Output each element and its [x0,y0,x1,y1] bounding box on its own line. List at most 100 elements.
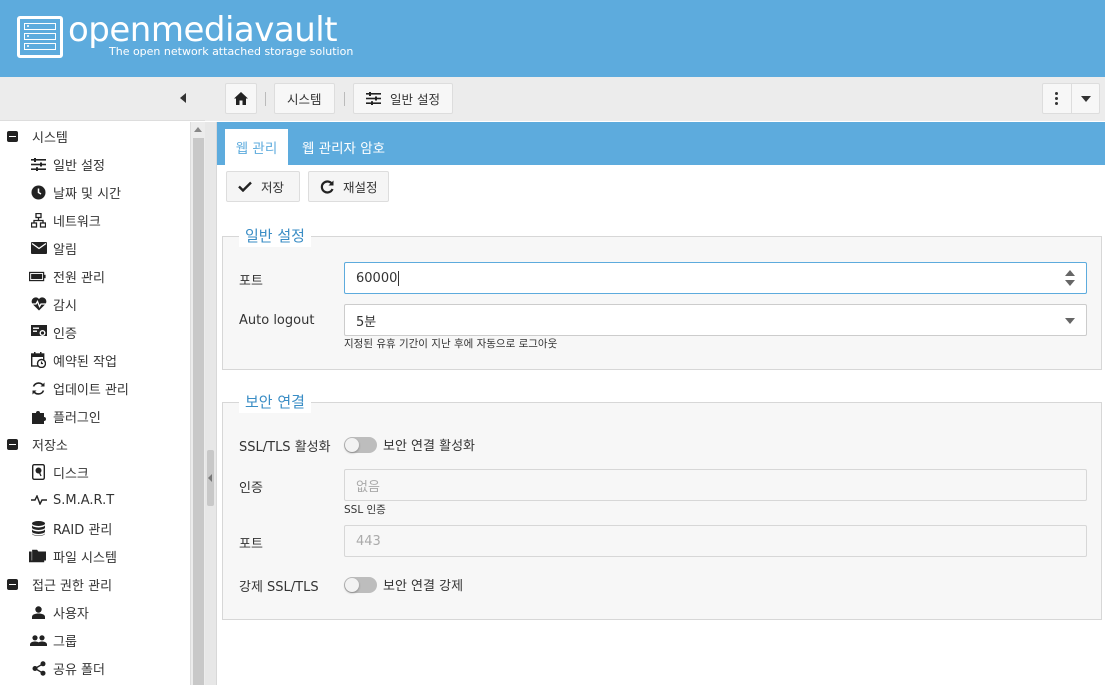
sidebar-item-groups[interactable]: 그룹 [0,626,190,654]
breadcrumb-item-general-settings[interactable]: 일반 설정 [353,83,453,114]
general-settings-fieldset: 일반 설정 포트 60000 Auto logout 5분 지정된 유휴 기간이… [222,225,1102,370]
sidebar-item-shared-folders[interactable]: 공유 폴더 [0,654,190,682]
force-ssl-label: 강제 SSL/TLS [239,580,319,595]
logo-tagline: The open network attached storage soluti… [109,45,354,58]
sidebar-item-smart[interactable]: S.M.A.R.T [0,486,190,514]
puzzle-icon [30,408,47,424]
collapse-group-icon [7,578,18,590]
certificate-select[interactable]: 없음 [344,469,1087,501]
sidebar-item-update-management[interactable]: 업데이트 관리 [0,374,190,402]
network-icon [30,212,47,228]
toggle-switch[interactable] [344,436,377,453]
breadcrumb-separator [344,92,345,106]
sidebar-item-users[interactable]: 사용자 [0,598,190,626]
sidebar-item-raid-management[interactable]: RAID 관리 [0,514,190,542]
database-icon [30,520,47,536]
app-header: openmediavault The open network attached… [0,0,1105,77]
sidebar: 시스템 일반 설정 날짜 및 시간 네트워크 알림 전원 관리 감시 인증 예약… [0,122,190,685]
sidebar-item-label: 날짜 및 시간 [53,186,122,202]
certificate-label: 인증 [239,481,263,496]
tab-web-administration[interactable]: 웹 관리 [225,129,288,165]
sidebar-item-network[interactable]: 네트워크 [0,206,190,234]
scroll-up-icon[interactable] [194,127,202,132]
splitter-collapse-handle[interactable] [207,450,214,506]
sidebar-item-label: 플러그인 [53,410,101,426]
sliders-icon [30,156,47,172]
sidebar-item-plugins[interactable]: 플러그인 [0,402,190,430]
sidebar-item-label: 업데이트 관리 [53,382,129,398]
collapse-sidebar-icon[interactable] [180,93,186,103]
vertical-dots-icon [1055,92,1059,106]
sidebar-item-label: 네트워크 [53,214,101,230]
share-icon [30,660,47,676]
sidebar-item-label: 그룹 [53,634,77,650]
certificate-placeholder: 없음 [356,479,380,495]
sidebar-item-power-management[interactable]: 전원 관리 [0,262,190,290]
autologout-select[interactable]: 5분 [344,304,1087,336]
logo-icon [17,16,63,58]
sidebar-item-general-settings[interactable]: 일반 설정 [0,150,190,178]
reset-button[interactable]: 재설정 [308,171,389,202]
sidebar-item-date-time[interactable]: 날짜 및 시간 [0,178,190,206]
logo-text: openmediavault [68,10,338,50]
toolbar-menu-button[interactable] [1042,83,1100,114]
folder-icon [29,548,46,564]
number-spinner-icon[interactable] [1065,268,1075,288]
sidebar-item-monitoring[interactable]: 감시 [0,290,190,318]
chevron-down-icon[interactable] [1081,96,1091,102]
tab-web-administrator-password[interactable]: 웹 관리자 암호 [302,129,385,165]
toggle-switch[interactable] [344,576,377,593]
reset-button-label: 재설정 [343,180,378,195]
fieldset-legend: 일반 설정 [239,225,311,247]
sidebar-group-label: 시스템 [32,130,68,146]
force-ssl-toggle-label: 보안 연결 강제 [383,579,464,594]
sidebar-item-notification[interactable]: 알림 [0,234,190,262]
check-icon [237,179,253,195]
port-value: 60000 [356,270,398,286]
ssl-port-label: 포트 [239,537,263,552]
refresh-icon [30,380,47,396]
chevron-down-icon [1065,318,1075,324]
sidebar-item-label: 사용자 [53,606,89,622]
ssl-enable-label: SSL/TLS 활성화 [239,440,331,455]
sidebar-item-label: 전원 관리 [53,270,105,286]
sidebar-item-certificates[interactable]: 인증 [0,318,190,346]
disk-icon [30,464,47,480]
breadcrumb-label: 시스템 [287,92,322,107]
tab-label: 웹 관리 [235,141,278,157]
sidebar-group-storage[interactable]: 저장소 [0,430,190,458]
breadcrumb-item-system[interactable]: 시스템 [274,83,335,114]
collapse-group-icon [7,438,18,450]
sidebar-splitter[interactable] [205,122,217,685]
ssl-port-input[interactable]: 443 [344,525,1087,557]
force-ssl-toggle[interactable]: 보안 연결 강제 [344,575,463,594]
breadcrumb-home-button[interactable] [225,83,257,114]
sidebar-group-label: 접근 권한 관리 [32,578,113,594]
certificate-hint: SSL 인증 [344,504,386,516]
collapse-group-icon [7,130,18,142]
navigation-toolbar [0,77,205,121]
autologout-hint: 지정된 유휴 기간이 지난 후에 자동으로 로그아웃 [344,338,558,350]
sidebar-item-scheduled-jobs[interactable]: 예약된 작업 [0,346,190,374]
tab-label: 웹 관리자 암호 [302,141,386,157]
ssl-enable-toggle-label: 보안 연결 활성화 [383,439,475,454]
sidebar-item-label: 인증 [53,326,77,342]
save-button[interactable]: 저장 [226,171,300,202]
sidebar-group-access-rights[interactable]: 접근 권한 관리 [0,570,190,598]
fieldset-legend: 보안 연결 [239,391,311,413]
sidebar-scrollbar[interactable] [190,122,205,685]
sidebar-item-label: RAID 관리 [53,522,113,538]
autologout-label: Auto logout [239,313,315,328]
breadcrumb: 시스템 일반 설정 [205,77,1105,121]
pulse-icon [30,492,47,508]
sidebar-group-system[interactable]: 시스템 [0,122,190,150]
port-input[interactable]: 60000 [344,262,1087,294]
calendar-clock-icon [30,352,47,368]
sidebar-item-label: 파일 시스템 [53,550,117,566]
scrollbar-thumb[interactable] [193,138,204,685]
tab-bar: 웹 관리 웹 관리자 암호 [217,122,1105,165]
sidebar-item-file-systems[interactable]: 파일 시스템 [0,542,190,570]
user-icon [30,604,47,620]
sidebar-item-disks[interactable]: 디스크 [0,458,190,486]
ssl-enable-toggle[interactable]: 보안 연결 활성화 [344,435,475,454]
